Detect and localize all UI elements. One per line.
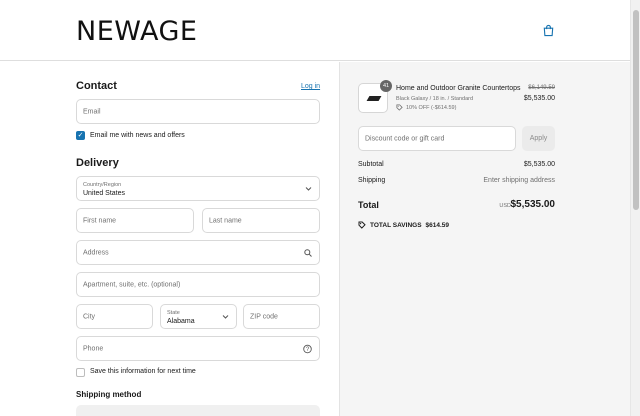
discount-code-placeholder: Discount code or gift card <box>365 135 445 142</box>
savings-value: $614.59 <box>425 221 450 229</box>
tag-icon <box>396 104 403 111</box>
apartment-field[interactable]: Apartment, suite, etc. (optional) <box>76 272 320 297</box>
email-field[interactable]: Email <box>76 99 320 124</box>
shipping-value: Enter shipping address <box>483 177 555 184</box>
total-savings: TOTAL SAVINGS $614.59 <box>358 221 449 229</box>
first-name-placeholder: First name <box>83 217 117 224</box>
product-discount-text: 10% OFF (-$614.59) <box>406 104 457 111</box>
help-circle-icon[interactable]: ? <box>303 344 312 353</box>
first-name-field[interactable]: First name <box>76 208 194 233</box>
product-old-price: $6,149.59 <box>528 85 555 91</box>
newsletter-label: Email me with news and offers <box>90 132 185 139</box>
shipping-label: Shipping <box>358 177 386 184</box>
product-image <box>366 96 382 101</box>
chevron-down-icon <box>305 186 312 191</box>
phone-placeholder: Phone <box>83 345 104 352</box>
state-select[interactable]: State Alabama <box>160 304 237 329</box>
scrollbar-thumb[interactable] <box>633 10 639 210</box>
product-price: $5,535.00 <box>523 95 555 102</box>
order-summary-panel <box>339 62 630 416</box>
total-value: $5,535.00 <box>510 199 556 210</box>
zip-placeholder: ZIP code <box>250 313 278 320</box>
total-label: Total <box>358 200 379 210</box>
save-info-checkbox[interactable] <box>76 368 85 377</box>
savings-label: TOTAL SAVINGS <box>370 221 422 229</box>
delivery-heading: Delivery <box>76 157 119 169</box>
site-header: NEWAGE <box>0 0 630 61</box>
chevron-down-icon <box>222 314 229 319</box>
login-link[interactable]: Log in <box>301 83 320 90</box>
address-placeholder: Address <box>83 249 109 256</box>
product-variant: Black Galaxy / 18 in. / Standard <box>396 96 474 102</box>
brand-logo[interactable]: NEWAGE <box>76 14 197 48</box>
email-placeholder: Email <box>83 108 101 115</box>
country-label: Country/Region <box>83 182 122 188</box>
shipping-method-box <box>76 405 320 416</box>
apply-discount-button[interactable]: Apply <box>522 126 555 151</box>
state-value: Alabama <box>167 318 195 325</box>
quantity-badge: 41 <box>380 80 392 92</box>
search-icon <box>304 248 312 257</box>
page-scrollbar[interactable] <box>630 0 640 416</box>
last-name-placeholder: Last name <box>209 217 242 224</box>
subtotal-label: Subtotal <box>358 161 384 168</box>
shopping-bag-icon[interactable] <box>542 24 555 37</box>
city-field[interactable]: City <box>76 304 153 329</box>
last-name-field[interactable]: Last name <box>202 208 320 233</box>
newsletter-checkbox[interactable]: ✓ <box>76 131 85 140</box>
shipping-method-heading: Shipping method <box>76 390 142 399</box>
discount-code-field[interactable]: Discount code or gift card <box>358 126 516 151</box>
logo-text: NEWAGE <box>76 15 198 47</box>
contact-heading: Contact <box>76 80 117 92</box>
state-label: State <box>167 310 180 316</box>
country-select[interactable]: Country/Region United States <box>76 176 320 201</box>
tag-icon <box>358 221 366 229</box>
phone-field[interactable]: Phone ? <box>76 336 320 361</box>
product-name: Home and Outdoor Granite Countertops <box>396 85 521 92</box>
subtotal-value: $5,535.00 <box>523 161 555 168</box>
total-currency: USD <box>499 203 511 209</box>
apartment-placeholder: Apartment, suite, etc. (optional) <box>83 281 181 288</box>
product-discount: 10% OFF (-$614.59) <box>396 104 456 111</box>
save-info-label: Save this information for next time <box>90 368 196 375</box>
zip-field[interactable]: ZIP code <box>243 304 320 329</box>
address-field[interactable]: Address <box>76 240 320 265</box>
country-value: United States <box>83 190 126 197</box>
city-placeholder: City <box>83 313 96 320</box>
